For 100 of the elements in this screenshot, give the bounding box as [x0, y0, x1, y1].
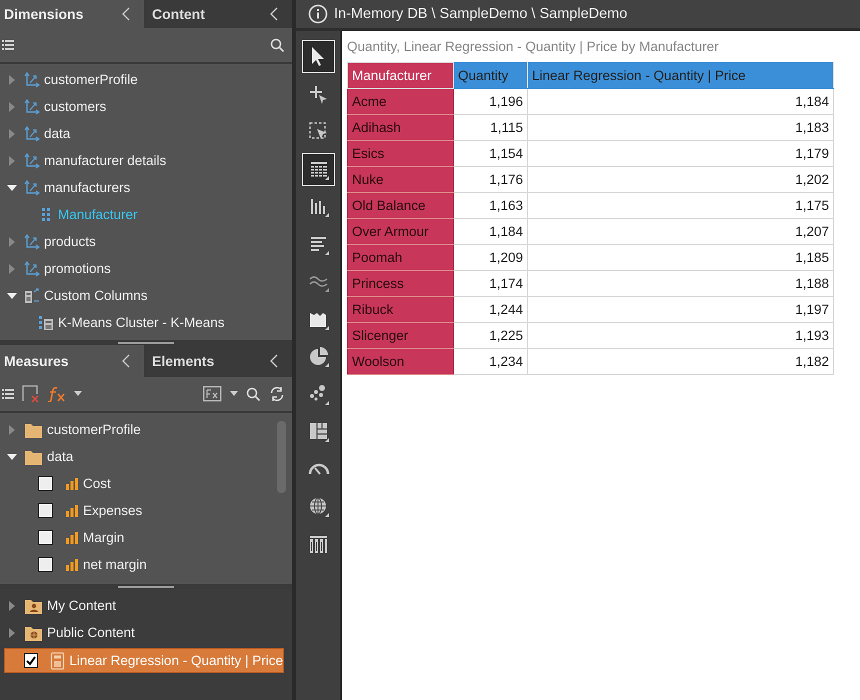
checkbox[interactable]	[38, 503, 53, 518]
calculator-icon	[38, 314, 54, 330]
tool-button[interactable]	[302, 40, 334, 73]
caret-icon[interactable]	[7, 452, 17, 462]
column-header[interactable]: Manufacturer	[348, 62, 454, 88]
tree-item[interactable]: promotions	[4, 255, 284, 282]
caret-icon[interactable]	[230, 391, 238, 397]
table-cell: 1,183	[528, 114, 834, 140]
row-header-cell: Esics	[348, 140, 454, 166]
caret-icon[interactable]	[74, 391, 82, 397]
row-header-cell: Woolson	[348, 348, 454, 374]
tree-item-label[interactable]: Expenses	[83, 503, 142, 518]
table-cell: 1,184	[454, 218, 528, 244]
row-header-cell: Nuke	[348, 166, 454, 192]
table-cell: 1,179	[528, 140, 834, 166]
table-cell: 1,175	[528, 192, 834, 218]
table-cell: 1,154	[454, 140, 528, 166]
row-header-cell: Acme	[348, 88, 454, 114]
axis-icon	[24, 234, 40, 250]
tree-item-label[interactable]: Margin	[83, 530, 124, 545]
tree-item[interactable]: K-Means Cluster - K-Means	[18, 309, 284, 336]
row-header-cell: Slicenger	[348, 322, 454, 348]
bar-chart-icon	[65, 504, 79, 518]
tree-item[interactable]: manufacturer details	[4, 147, 284, 174]
splitter-handle[interactable]	[118, 342, 174, 344]
info-icon[interactable]	[308, 4, 328, 24]
row-header-cell: Princess	[348, 270, 454, 296]
bar-chart-icon	[65, 476, 79, 490]
table-cell: 1,225	[454, 322, 528, 348]
panel-tab[interactable]: Measures	[0, 345, 144, 377]
chevron-icon[interactable]	[122, 354, 130, 368]
tree-item[interactable]: My Content	[4, 592, 284, 619]
panel-tab[interactable]: Dimensions	[0, 0, 144, 28]
table-cell: 1,188	[528, 270, 834, 296]
splitter-handle[interactable]	[118, 586, 174, 588]
tree-item-label[interactable]: net margin	[83, 557, 147, 572]
tree-item[interactable]: Public Content	[4, 619, 284, 646]
list-view-icon[interactable]	[2, 387, 14, 401]
check-icon	[26, 656, 36, 666]
search-icon[interactable]	[246, 386, 261, 402]
table-cell: 1,207	[528, 218, 834, 244]
row-header-cell: Ribuck	[348, 296, 454, 322]
table-cell: 1,115	[454, 114, 528, 140]
axis-icon	[24, 72, 40, 88]
axis-icon	[24, 152, 40, 168]
breadcrumb-path: In-Memory DB \ SampleDemo \ SampleDemo	[334, 6, 628, 22]
table-cell: 1,197	[528, 296, 834, 322]
row-header-cell: Poomah	[348, 244, 454, 270]
report-title: Quantity, Linear Regression - Quantity | Price by Manufacturer	[347, 39, 720, 54]
row-header-cell: Old Balance	[348, 192, 454, 218]
tool-button[interactable]	[302, 152, 334, 186]
chevron-icon[interactable]	[122, 7, 130, 21]
table-cell: 1,185	[528, 244, 834, 270]
bar-chart-icon	[65, 558, 79, 572]
axis-icon	[24, 98, 40, 114]
tree-item-label[interactable]: data	[47, 449, 74, 464]
table-cell: 1,163	[454, 192, 528, 218]
bar-chart-icon	[65, 530, 79, 544]
tree-item[interactable]: customerProfile	[4, 66, 284, 93]
chevron-icon[interactable]	[270, 354, 278, 368]
tree-item[interactable]: Manufacturer	[18, 201, 284, 228]
table-cell: 1,202	[528, 166, 834, 192]
tree-item[interactable]: data	[4, 120, 284, 147]
tree-item[interactable]: Custom Columns	[4, 282, 284, 309]
table-cell: 1,234	[454, 348, 528, 374]
function-box-icon[interactable]	[203, 386, 222, 402]
search-icon[interactable]	[270, 38, 285, 52]
checkbox[interactable]	[24, 653, 38, 668]
table-cell: 1,182	[528, 348, 834, 374]
tree-item-label[interactable]: Cost	[83, 476, 111, 491]
caret-icon[interactable]	[7, 628, 17, 638]
tree-item-label[interactable]: customerProfile	[47, 422, 141, 437]
table-cell: 1,196	[454, 88, 528, 114]
tree-item[interactable]: customers	[4, 93, 284, 120]
table-cell: 1,174	[454, 270, 528, 296]
checkbox[interactable]	[38, 530, 53, 545]
column-header[interactable]: Quantity	[454, 62, 528, 88]
axis-icon	[24, 180, 40, 196]
row-header-cell: Over Armour	[348, 218, 454, 244]
function-icon[interactable]	[48, 386, 66, 402]
caret-icon[interactable]	[7, 600, 17, 610]
checkbox[interactable]	[38, 557, 53, 572]
tree-item[interactable]: manufacturers	[4, 174, 284, 201]
tree-item[interactable]: products	[4, 228, 284, 255]
table-cell: 1,244	[454, 296, 528, 322]
row-header-cell: Adihash	[348, 114, 454, 140]
caret-icon[interactable]	[7, 290, 17, 300]
column-header[interactable]: Linear Regression - Quantity | Price	[528, 62, 834, 88]
table-cell: 1,184	[528, 88, 834, 114]
clear-icon[interactable]	[22, 385, 40, 403]
calculator-icon	[24, 288, 40, 304]
axis-icon	[24, 260, 40, 276]
table-cell: 1,176	[454, 166, 528, 192]
checkbox[interactable]	[38, 476, 53, 491]
refresh-icon[interactable]	[269, 386, 285, 402]
caret-icon[interactable]	[7, 182, 17, 192]
calculator-icon	[50, 652, 66, 670]
chevron-icon[interactable]	[270, 7, 278, 21]
table-cell: 1,209	[454, 244, 528, 270]
list-view-icon[interactable]	[2, 38, 14, 52]
